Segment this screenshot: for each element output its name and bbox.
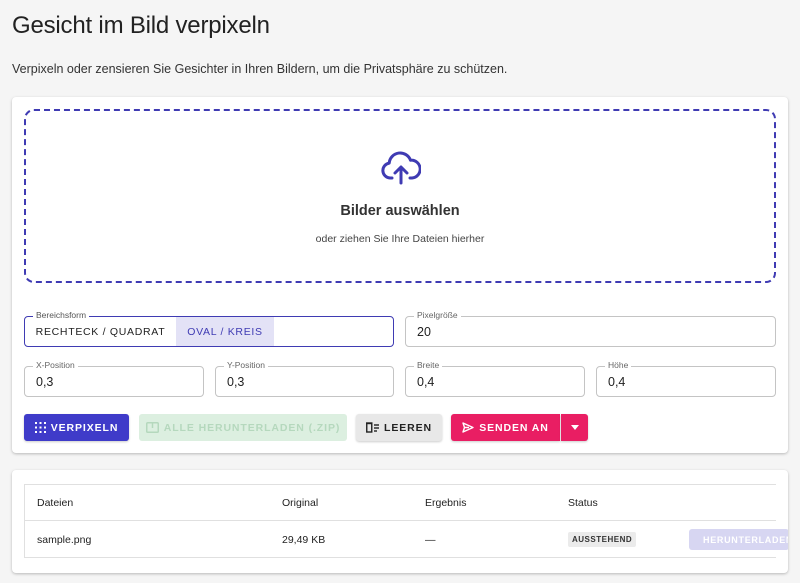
settings-card: Bilder auswählen oder ziehen Sie Ihre Da… — [12, 97, 788, 453]
caret-down-icon — [570, 425, 579, 430]
x-position-value[interactable]: 0,3 — [36, 375, 53, 389]
result-cell: — — [425, 534, 436, 546]
download-all-zip-label: ALLE HERUNTERLADEN (.ZIP) — [163, 421, 341, 434]
files-table: Dateien Original Ergebnis Status sample.… — [24, 484, 788, 558]
row-download-label: HERUNTERLADEN — [703, 534, 788, 545]
pixelate-button-label: VERPIXELN — [50, 421, 119, 434]
height-label: Höhe — [605, 360, 632, 371]
header-files: Dateien — [37, 497, 74, 509]
original-size-cell: 29,49 KB — [282, 534, 326, 546]
clear-button[interactable]: LEEREN — [356, 414, 442, 441]
pixel-size-label: Pixelgröße — [414, 310, 461, 321]
y-position-label: Y-Position — [224, 360, 268, 371]
header-status: Status — [568, 497, 598, 509]
x-position-field[interactable]: X-Position 0,3 — [24, 360, 204, 397]
dropzone-subtitle: oder ziehen Sie Ihre Dateien hierher — [315, 233, 485, 245]
width-field[interactable]: Breite 0,4 — [405, 360, 585, 397]
shape-option-rectangle[interactable]: RECHTECK / QUADRAT — [25, 317, 176, 346]
header-original: Original — [282, 497, 319, 509]
files-card: Dateien Original Ergebnis Status sample.… — [12, 470, 788, 573]
header-result: Ergebnis — [425, 497, 467, 509]
pixel-grid-icon — [34, 422, 46, 433]
shape-option-oval[interactable]: OVAL / KREIS — [176, 317, 274, 346]
file-dropzone[interactable]: Bilder auswählen oder ziehen Sie Ihre Da… — [24, 109, 776, 283]
dropzone-title: Bilder auswählen — [340, 203, 460, 219]
file-name-cell: sample.png — [37, 534, 92, 546]
send-icon — [462, 422, 474, 433]
pixelate-button[interactable]: VERPIXELN — [24, 414, 129, 441]
table-row: sample.png 29,49 KB — AUSSTEHEND HERUNTE… — [25, 521, 788, 558]
archive-icon — [145, 422, 159, 433]
pixel-size-field[interactable]: Pixelgröße 20 — [405, 310, 776, 347]
y-position-field[interactable]: Y-Position 0,3 — [215, 360, 394, 397]
send-to-button-label: SENDEN AN — [479, 421, 549, 434]
page-subtitle: Verpixeln oder zensieren Sie Gesichter i… — [12, 62, 508, 76]
width-label: Breite — [414, 360, 443, 371]
table-header: Dateien Original Ergebnis Status — [25, 485, 776, 521]
pixel-size-value[interactable]: 20 — [417, 325, 431, 339]
cloud-upload-icon — [381, 151, 421, 185]
send-to-button[interactable]: SENDEN AN — [451, 414, 560, 441]
area-shape-toggle-group: Bereichsform RECHTECK / QUADRAT OVAL / K… — [24, 310, 394, 347]
y-position-value[interactable]: 0,3 — [227, 375, 244, 389]
send-to-dropdown-button[interactable] — [561, 414, 588, 441]
row-download-button[interactable]: HERUNTERLADEN — [689, 529, 788, 550]
height-field[interactable]: Höhe 0,4 — [596, 360, 776, 397]
x-position-label: X-Position — [33, 360, 78, 371]
clear-button-label: LEEREN — [384, 421, 432, 434]
height-value[interactable]: 0,4 — [608, 375, 625, 389]
page-title: Gesicht im Bild verpixeln — [12, 12, 270, 39]
status-badge: AUSSTEHEND — [568, 532, 637, 547]
width-value[interactable]: 0,4 — [417, 375, 434, 389]
clear-list-icon — [366, 422, 379, 433]
download-all-zip-button[interactable]: ALLE HERUNTERLADEN (.ZIP) — [139, 414, 347, 441]
